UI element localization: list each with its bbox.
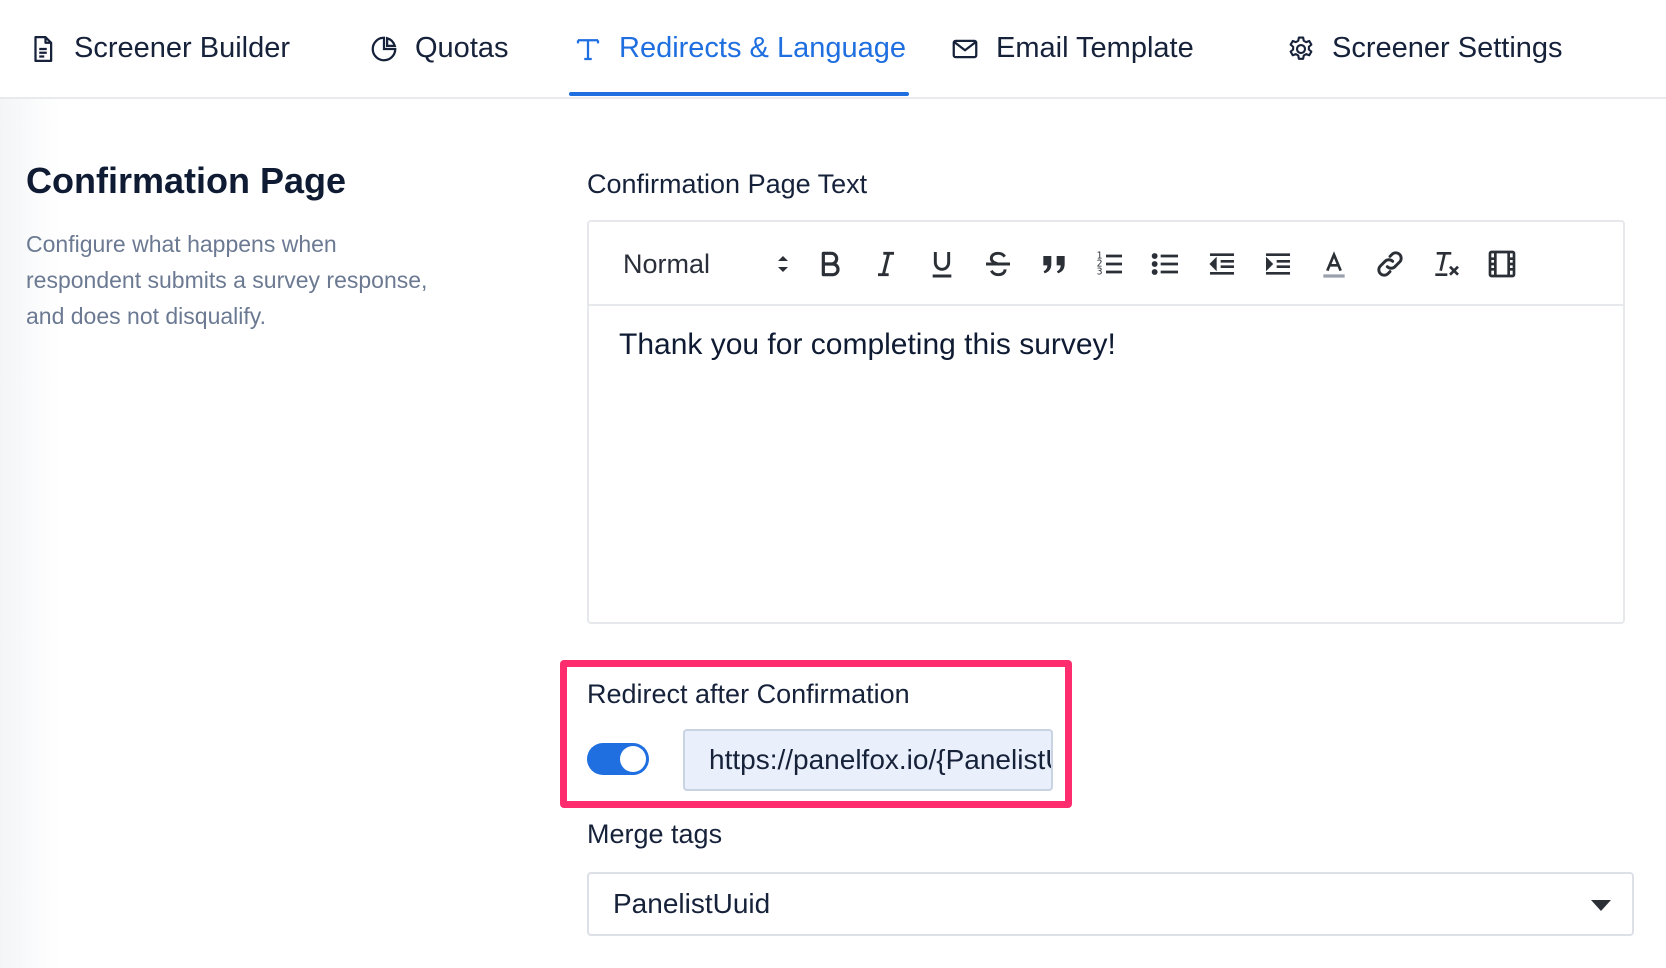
active-tab-indicator: [569, 92, 909, 96]
tab-label: Screener Builder: [74, 32, 290, 64]
rich-text-editor: Normal 123 Thank you for completing this…: [587, 220, 1625, 624]
blockquote-button[interactable]: [1034, 244, 1074, 284]
indent-button[interactable]: [1258, 244, 1298, 284]
strikethrough-icon: [986, 251, 1010, 277]
chevron-down-icon: [1591, 900, 1611, 911]
video-button[interactable]: [1482, 244, 1522, 284]
ordered-list-icon: 123: [1097, 251, 1122, 278]
editor-content[interactable]: Thank you for completing this survey!: [619, 328, 1116, 362]
document-icon: [28, 34, 58, 64]
redirect-label: Redirect after Confirmation: [587, 679, 910, 709]
tab-label: Email Template: [996, 32, 1194, 64]
merge-tags-value: PanelistUuid: [613, 888, 771, 919]
gear-icon: [1286, 34, 1316, 64]
editor-toolbar: Normal 123: [589, 222, 1623, 306]
outdent-button[interactable]: [1202, 244, 1242, 284]
ordered-list-button[interactable]: 123: [1090, 244, 1130, 284]
text-icon: [573, 34, 603, 64]
link-button[interactable]: [1370, 244, 1410, 284]
bold-button[interactable]: [810, 244, 850, 284]
strikethrough-button[interactable]: [978, 244, 1018, 284]
text-color-button[interactable]: [1314, 244, 1354, 284]
tab-redirects-language[interactable]: Redirects & Language: [573, 0, 906, 97]
link-icon: [1377, 251, 1403, 277]
bullet-list-button[interactable]: [1146, 244, 1186, 284]
pie-chart-icon: [369, 34, 399, 64]
tab-label: Screener Settings: [1332, 32, 1563, 64]
tab-label: Redirects & Language: [619, 32, 906, 64]
toggle-knob: [620, 746, 646, 772]
bold-icon: [821, 251, 840, 277]
text-format-value: Normal: [623, 248, 711, 279]
mail-icon: [950, 34, 980, 64]
italic-icon: [878, 251, 894, 277]
clear-format-button[interactable]: [1426, 244, 1466, 284]
indent-icon: [1266, 253, 1290, 275]
underline-icon: [932, 252, 952, 278]
tab-label: Quotas: [415, 32, 509, 64]
text-color-icon: [1323, 251, 1345, 278]
updown-arrows-icon: [778, 256, 788, 272]
underline-button[interactable]: [922, 244, 962, 284]
tab-email-template[interactable]: Email Template: [950, 0, 1194, 97]
text-format-select[interactable]: Normal: [623, 242, 788, 286]
tab-bar: Screener Builder Quotas Redirects & Lang…: [0, 0, 1666, 99]
redirect-toggle[interactable]: [587, 743, 649, 775]
bullet-list-icon: [1151, 253, 1178, 275]
section-title: Confirmation Page: [26, 160, 347, 201]
tab-quotas[interactable]: Quotas: [369, 0, 509, 97]
clear-format-icon: [1435, 252, 1459, 276]
merge-tags-select[interactable]: PanelistUuid: [587, 872, 1634, 936]
redirect-url-input[interactable]: https://panelfox.io/{PanelistUuid}: [683, 729, 1053, 791]
outdent-icon: [1209, 253, 1234, 275]
tab-screener-settings[interactable]: Screener Settings: [1286, 0, 1563, 97]
section-description: Configure what happens when respondent s…: [26, 231, 428, 329]
italic-button[interactable]: [866, 244, 906, 284]
svg-text:3: 3: [1097, 267, 1103, 278]
tab-screener-builder[interactable]: Screener Builder: [28, 0, 290, 97]
quote-icon: [1043, 256, 1065, 274]
merge-tags-label: Merge tags: [587, 819, 723, 849]
film-icon: [1488, 250, 1516, 278]
confirmation-text-label: Confirmation Page Text: [587, 169, 868, 199]
